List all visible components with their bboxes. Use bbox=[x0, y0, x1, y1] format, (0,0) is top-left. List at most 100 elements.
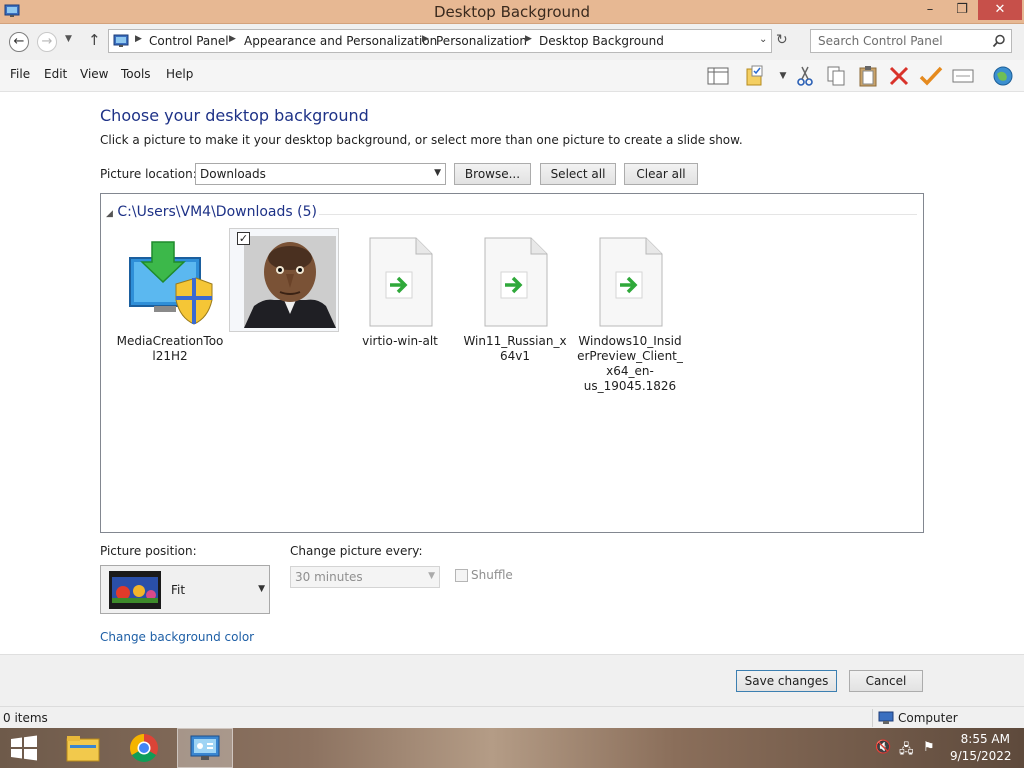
address-bar[interactable]: ▶ Control Panel ▶ Appearance and Persona… bbox=[108, 29, 772, 53]
page-title: Choose your desktop background bbox=[100, 106, 369, 125]
cut-icon[interactable] bbox=[792, 64, 818, 88]
picture-position-select[interactable]: Fit ▼ bbox=[100, 565, 270, 614]
up-button[interactable]: ↑ bbox=[88, 31, 101, 49]
breadcrumb-separator-icon[interactable]: ▶ bbox=[422, 34, 429, 44]
gallery-item-label: Win11_Russian_x64v1 bbox=[463, 334, 567, 363]
shortcut-file-icon bbox=[354, 236, 446, 328]
group-header-label: C:\Users\VM4\Downloads (5) bbox=[117, 204, 317, 220]
window-title: Desktop Background bbox=[433, 3, 591, 21]
checkmark-icon[interactable] bbox=[918, 64, 944, 88]
status-bar: 0 items Computer bbox=[0, 706, 1024, 728]
address-dropdown-icon[interactable]: ⌄ bbox=[759, 34, 767, 45]
clock-date[interactable]: 9/15/2022 bbox=[950, 749, 1012, 763]
breadcrumb-separator-icon[interactable]: ▶ bbox=[135, 34, 142, 44]
control-panel-icon bbox=[190, 735, 220, 760]
change-background-color-link[interactable]: Change background color bbox=[100, 630, 254, 644]
action-center-icon[interactable]: ⚑ bbox=[923, 740, 935, 755]
group-collapse-icon[interactable]: ◢ bbox=[106, 209, 113, 219]
picture-location-value: Downloads bbox=[200, 167, 266, 181]
paste-icon[interactable] bbox=[855, 64, 881, 88]
breadcrumb-separator-icon[interactable]: ▶ bbox=[229, 34, 236, 44]
save-changes-button[interactable]: Save changes bbox=[736, 670, 837, 692]
breadcrumb-separator-icon[interactable]: ▶ bbox=[525, 34, 532, 44]
item-checkbox[interactable]: ✓ bbox=[237, 232, 250, 245]
gallery-item-label: virtio-win-alt bbox=[362, 334, 438, 348]
group-divider bbox=[319, 214, 917, 215]
breadcrumb-control-panel[interactable]: Control Panel bbox=[149, 34, 229, 48]
picture-location-label: Picture location: bbox=[100, 167, 197, 181]
search-icon[interactable] bbox=[992, 34, 1006, 48]
refresh-icon[interactable]: ↻ bbox=[776, 32, 788, 48]
taskbar-chrome[interactable] bbox=[116, 728, 172, 768]
picture-position-label: Picture position: bbox=[100, 544, 197, 558]
interval-value: 30 minutes bbox=[295, 570, 363, 584]
items-count: 0 items bbox=[3, 711, 48, 725]
chrome-icon bbox=[130, 734, 158, 762]
shuffle-label[interactable]: Shuffle bbox=[471, 568, 513, 582]
title-bar: Desktop Background – ❐ ✕ bbox=[0, 0, 1024, 24]
shortcut-file-icon bbox=[584, 236, 676, 328]
recent-locations-chevron-icon[interactable]: ▼ bbox=[65, 34, 72, 44]
picture-location-select[interactable]: Downloads ▼ bbox=[195, 163, 446, 185]
copy-icon[interactable] bbox=[823, 64, 849, 88]
search-input[interactable]: Search Control Panel bbox=[818, 34, 943, 48]
delete-icon[interactable] bbox=[886, 64, 912, 88]
gallery-item-label: MediaCreationTool21H2 bbox=[116, 334, 224, 363]
menu-view[interactable]: View bbox=[80, 67, 108, 81]
clock-time[interactable]: 8:55 AM bbox=[950, 732, 1010, 746]
cancel-button[interactable]: Cancel bbox=[849, 670, 923, 692]
breadcrumb-personalization[interactable]: Personalization bbox=[436, 34, 527, 48]
chevron-down-icon: ▼ bbox=[434, 168, 441, 178]
dialog-footer: Save changes Cancel bbox=[0, 654, 1024, 706]
gallery-item-photo[interactable]: ✓ bbox=[229, 228, 345, 334]
photo-thumbnail bbox=[244, 236, 336, 328]
windows-start-icon[interactable] bbox=[9, 733, 39, 763]
picture-gallery[interactable]: ◢ C:\Users\VM4\Downloads (5) MediaCreati… bbox=[100, 193, 924, 533]
menu-edit[interactable]: Edit bbox=[44, 67, 67, 81]
change-picture-label: Change picture every: bbox=[290, 544, 423, 558]
forward-button[interactable]: → bbox=[37, 32, 57, 52]
close-button[interactable]: ✕ bbox=[978, 0, 1022, 20]
chevron-down-icon: ▼ bbox=[258, 584, 265, 594]
back-button[interactable]: ← bbox=[9, 32, 29, 52]
globe-icon[interactable] bbox=[990, 64, 1016, 88]
gallery-item-media-creation-tool[interactable]: MediaCreationTool21H2 bbox=[115, 230, 225, 364]
select-all-button[interactable]: Select all bbox=[540, 163, 616, 185]
gallery-item-label: Windows10_InsiderPreview_Client_x64_en-u… bbox=[577, 334, 683, 393]
taskbar-file-explorer[interactable] bbox=[56, 728, 112, 768]
breadcrumb-appearance[interactable]: Appearance and Personalization bbox=[244, 34, 437, 48]
fit-preview-icon bbox=[109, 571, 161, 609]
maximize-button[interactable]: ❐ bbox=[948, 0, 976, 20]
search-box[interactable]: Search Control Panel bbox=[810, 29, 1012, 53]
properties-icon[interactable] bbox=[950, 64, 976, 88]
taskbar-control-panel[interactable] bbox=[177, 728, 233, 768]
status-location: Computer bbox=[898, 711, 958, 725]
gallery-item-virtio-win-alt[interactable]: virtio-win-alt bbox=[345, 230, 455, 349]
clear-all-button[interactable]: Clear all bbox=[624, 163, 698, 185]
change-picture-interval-select[interactable]: 30 minutes ▼ bbox=[290, 566, 440, 588]
menu-file[interactable]: File bbox=[10, 67, 30, 81]
menu-bar: File Edit View Tools Help ▼ bbox=[0, 60, 1024, 92]
gallery-item-win11-russian[interactable]: Win11_Russian_x64v1 bbox=[460, 230, 570, 364]
menu-tools[interactable]: Tools bbox=[121, 67, 151, 81]
folder-properties-icon[interactable] bbox=[744, 64, 770, 88]
network-icon[interactable]: 🖧 bbox=[899, 740, 914, 762]
media-creation-tool-icon bbox=[124, 236, 216, 328]
taskbar: 🔇 🖧 ⚑ 8:55 AM 9/15/2022 bbox=[0, 728, 1024, 768]
folder-icon bbox=[66, 736, 100, 762]
minimize-button[interactable]: – bbox=[916, 0, 944, 20]
browse-button[interactable]: Browse... bbox=[454, 163, 531, 185]
menu-help[interactable]: Help bbox=[166, 67, 193, 81]
shuffle-checkbox[interactable] bbox=[455, 569, 468, 582]
page-description: Click a picture to make it your desktop … bbox=[100, 133, 743, 147]
chevron-down-icon: ▼ bbox=[428, 571, 435, 581]
group-header[interactable]: ◢ C:\Users\VM4\Downloads (5) bbox=[106, 204, 317, 220]
shortcut-file-icon bbox=[469, 236, 561, 328]
navigation-bar: ← → ▼ ↑ ▶ Control Panel ▶ Appearance and… bbox=[0, 24, 1024, 60]
gallery-item-windows10-insider[interactable]: Windows10_InsiderPreview_Client_x64_en-u… bbox=[575, 230, 685, 394]
layout-pane-icon[interactable] bbox=[705, 64, 731, 88]
picture-position-value: Fit bbox=[171, 583, 186, 597]
control-panel-icon bbox=[113, 34, 129, 47]
breadcrumb-desktop-background[interactable]: Desktop Background bbox=[539, 34, 664, 48]
volume-muted-icon[interactable]: 🔇 bbox=[875, 740, 891, 755]
